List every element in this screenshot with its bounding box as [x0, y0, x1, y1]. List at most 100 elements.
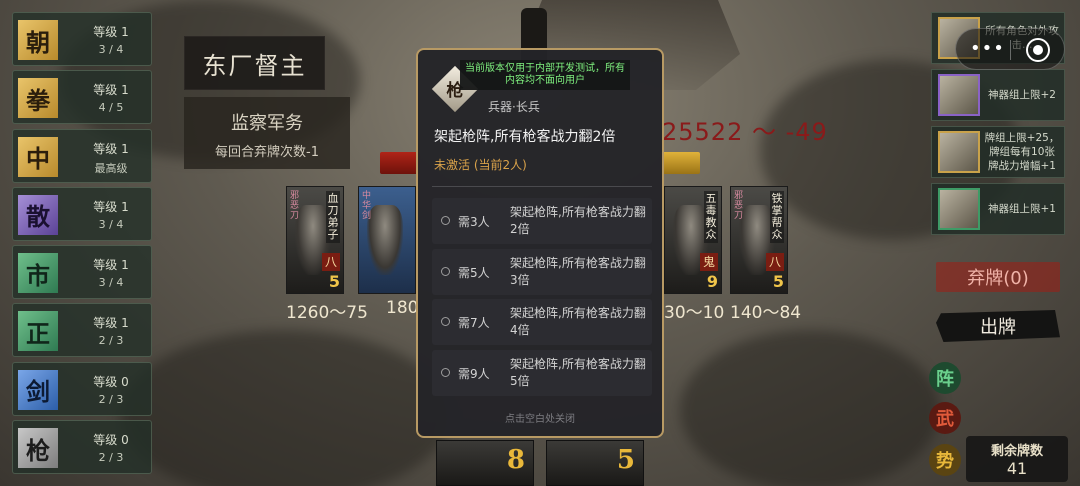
- tier-effect: 架起枪阵,所有枪客战力翻4倍: [510, 306, 646, 337]
- enemy-health-bar: [380, 152, 420, 174]
- boss-skill-title: 监察军务: [231, 113, 303, 134]
- card-power-range: 1260～75: [286, 303, 368, 323]
- hand-card-power: 8: [506, 445, 525, 475]
- formation-icon[interactable]: 阵: [929, 362, 961, 394]
- faction-glyph: 枪: [18, 428, 58, 469]
- close-hint: 点击空白处关闭: [505, 414, 575, 425]
- card-tag: 邪恶刀: [734, 191, 744, 221]
- dev-test-notice: 当前版本仅用于内部开发测试，所有内容均不面向用户: [460, 60, 630, 90]
- tier-requirement: 需3人: [458, 215, 490, 229]
- card-badge: 八: [322, 253, 340, 271]
- miniprogram-capsule: •••: [955, 28, 1065, 70]
- artifact-image: [938, 74, 980, 116]
- table-card[interactable]: 邪恶刀 血刀弟子 八 5: [286, 186, 344, 294]
- faction-item[interactable]: 朝 等级 1 3 / 4: [12, 12, 152, 66]
- artifact-item[interactable]: 神器组上限+1: [931, 183, 1065, 235]
- faction-count: 3 / 4: [98, 43, 124, 56]
- faction-item[interactable]: 剑 等级 0 2 / 3: [12, 361, 152, 416]
- close-target-icon[interactable]: [1026, 38, 1050, 62]
- artifact-image: [938, 131, 980, 173]
- more-menu-icon[interactable]: •••: [970, 38, 1005, 59]
- capsule-divider: [1010, 40, 1011, 60]
- tier-radio-icon: [441, 266, 450, 276]
- card-badge: 鬼: [700, 253, 718, 271]
- synergy-tier: 需3人 架起枪阵,所有枪客战力翻2倍: [432, 198, 652, 244]
- score-range: 25522 ～ -49: [662, 118, 828, 146]
- table-card[interactable]: 邪恶刀 铁掌帮众 八 5: [730, 186, 788, 294]
- synergy-tier: 需7人 架起枪阵,所有枪客战力翻4倍: [432, 299, 652, 345]
- artifact-item[interactable]: 牌组上限+25，牌组每有10张牌战力增幅+1: [931, 126, 1065, 178]
- faction-glyph: 散: [18, 194, 58, 235]
- synergy-tiers: 需3人 架起枪阵,所有枪客战力翻2倍 需5人 架起枪阵,所有枪客战力翻3倍 需7…: [432, 198, 652, 400]
- synergy-tier: 需5人 架起枪阵,所有枪客战力翻3倍: [432, 248, 652, 295]
- faction-glyph: 正: [18, 311, 58, 352]
- deck-remaining-count: 41: [1006, 459, 1028, 478]
- tier-radio-icon: [441, 367, 450, 377]
- card-tag: 邪恶刀: [290, 191, 300, 221]
- artifact-image: [938, 188, 980, 230]
- faction-level: 等级 1: [93, 25, 129, 39]
- player-power-bar: [660, 152, 700, 174]
- deck-remaining[interactable]: 剩余牌数 41: [966, 436, 1068, 482]
- background-tree: [120, 330, 450, 486]
- weapon-synergy-modal[interactable]: 枪 当前版本仅用于内部开发测试，所有内容均不面向用户 兵器·长兵 架起枪阵,所有…: [416, 48, 664, 438]
- faction-count: 4 / 5: [98, 101, 124, 115]
- faction-count: 最高级: [94, 161, 128, 175]
- table-card[interactable]: 中华剑: [358, 186, 416, 294]
- card-name: 铁掌帮众: [770, 191, 784, 243]
- martial-icon[interactable]: 武: [929, 402, 961, 434]
- artifact-desc: 神器组上限+1: [988, 203, 1056, 215]
- card-name: 血刀弟子: [326, 191, 340, 243]
- faction-count: 2 / 3: [98, 334, 124, 348]
- artifact-item[interactable]: 神器组上限+2: [931, 69, 1065, 121]
- faction-level: 等级 0: [93, 374, 129, 389]
- play-button[interactable]: 出牌: [936, 310, 1060, 342]
- tier-effect: 架起枪阵,所有枪客战力翻5倍: [510, 356, 646, 388]
- card-power: 5: [328, 272, 340, 291]
- faction-item[interactable]: 市 等级 1 3 / 4: [12, 245, 152, 300]
- discard-button[interactable]: 弃牌(0): [936, 262, 1060, 292]
- hand-card[interactable]: 5: [546, 440, 644, 486]
- tier-effect: 架起枪阵,所有枪客战力翻2倍: [510, 205, 646, 236]
- faction-item[interactable]: 中 等级 1 最高级: [12, 128, 152, 183]
- modal-divider: [432, 186, 652, 187]
- faction-glyph: 市: [18, 253, 58, 294]
- faction-level: 等级 1: [93, 141, 129, 156]
- faction-list: 朝 等级 1 3 / 4 拳 等级 1 4 / 5 中 等级 1 最高级 散 等…: [12, 12, 152, 478]
- boss-skill-desc: 每回合弃牌次数-1: [215, 145, 319, 160]
- boss-skill-panel: 监察军务 每回合弃牌次数-1: [184, 97, 350, 169]
- card-tag: 中华剑: [362, 191, 372, 221]
- tier-requirement: 需9人: [458, 366, 490, 381]
- boss-name: 东厂督主: [184, 36, 325, 90]
- faction-item[interactable]: 散 等级 1 3 / 4: [12, 186, 152, 241]
- hand-card-power: 5: [616, 445, 635, 475]
- faction-level: 等级 1: [93, 83, 129, 98]
- artifact-desc: 牌组上限+25，牌组每有10张牌战力增幅+1: [984, 132, 1060, 172]
- synergy-status: 未激活 (当前2人): [434, 158, 527, 172]
- card-badge: 八: [766, 253, 784, 271]
- faction-level: 等级 1: [93, 199, 129, 214]
- artifact-desc: 神器组上限+2: [988, 89, 1056, 101]
- tier-requirement: 需7人: [458, 316, 490, 330]
- hand-card[interactable]: 8: [436, 440, 534, 486]
- faction-item[interactable]: 枪 等级 0 2 / 3: [12, 420, 152, 475]
- faction-level: 等级 1: [93, 258, 129, 273]
- faction-item[interactable]: 正 等级 1 2 / 3: [12, 303, 152, 358]
- synergy-effect: 架起枪阵,所有枪客战力翻2倍: [434, 129, 616, 145]
- faction-count: 2 / 3: [98, 392, 124, 406]
- tier-requirement: 需5人: [458, 265, 490, 280]
- momentum-icon[interactable]: 势: [929, 444, 961, 476]
- tier-radio-icon: [441, 216, 450, 225]
- faction-glyph: 中: [18, 136, 58, 177]
- table-card[interactable]: 五毒教众 鬼 9: [664, 186, 722, 294]
- tier-radio-icon: [441, 317, 450, 326]
- faction-level: 等级 0: [93, 433, 129, 448]
- faction-item[interactable]: 拳 等级 1 4 / 5: [12, 70, 152, 125]
- tier-effect: 架起枪阵,所有枪客战力翻3倍: [510, 255, 646, 287]
- background-tree: [680, 330, 940, 486]
- faction-glyph: 朝: [18, 20, 58, 60]
- faction-glyph: 拳: [18, 78, 58, 119]
- faction-level: 等级 1: [93, 316, 129, 331]
- card-power: 9: [706, 272, 718, 291]
- synergy-tier: 需9人 架起枪阵,所有枪客战力翻5倍: [432, 349, 652, 396]
